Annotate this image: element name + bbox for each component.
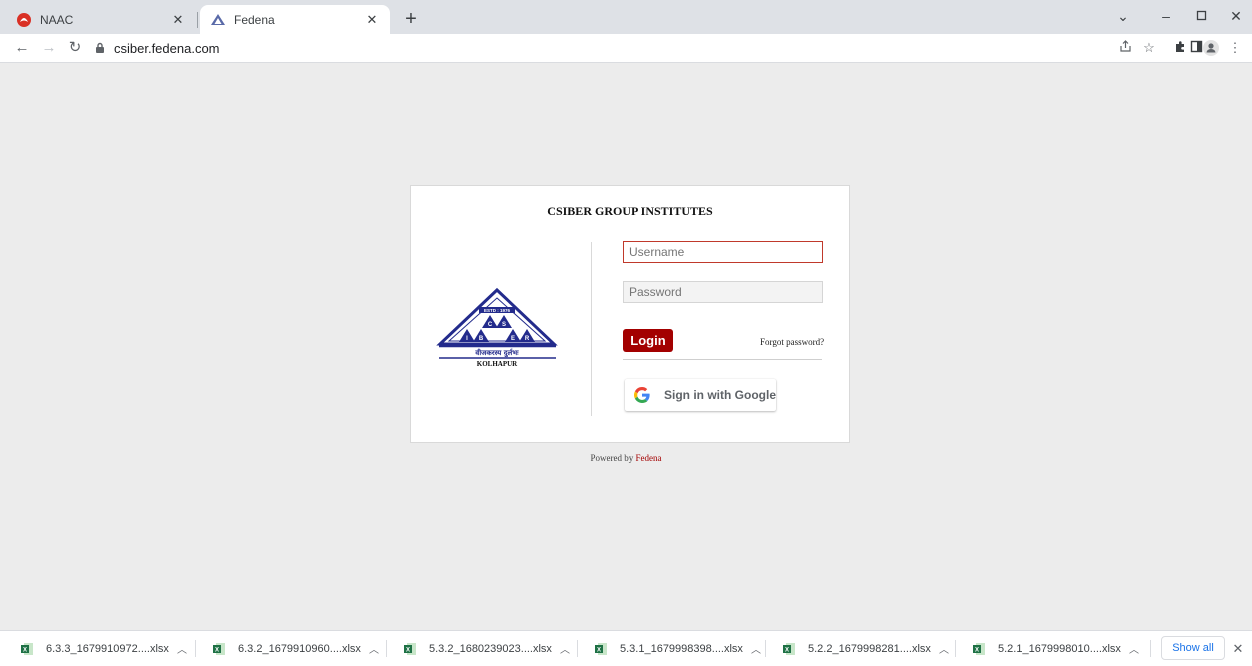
download-separator: [1150, 640, 1151, 657]
download-item[interactable]: X 5.2.2_1679998281....xlsx ︿: [766, 631, 952, 666]
logo-letter: R: [525, 336, 530, 342]
back-icon[interactable]: ←: [13, 39, 31, 57]
close-tab-icon[interactable]: ✕: [364, 12, 380, 28]
page-viewport: CSIBER GROUP INSTITUTES ESTD : 1976 C S …: [0, 63, 1252, 630]
excel-file-icon: X: [973, 642, 985, 655]
address-bar[interactable]: csiber.fedena.com: [94, 37, 1094, 59]
logo-city: KOLHAPUR: [477, 360, 518, 368]
svg-text:X: X: [785, 647, 789, 653]
show-all-downloads-button[interactable]: Show all: [1161, 636, 1225, 660]
tab-separator: [197, 12, 198, 28]
csiber-logo-mark: ESTD : 1976 C S I B E R वीजकरस्य दुर्लभः…: [436, 287, 558, 368]
download-item[interactable]: X 6.3.3_1679910972....xlsx ︿: [4, 631, 190, 666]
logo-estd-text: ESTD : 1976: [484, 308, 511, 313]
restore-icon[interactable]: [1191, 8, 1211, 26]
chevron-up-icon[interactable]: ︿: [1126, 641, 1142, 656]
powered-by-footer: Powered by Fedena: [0, 453, 1252, 463]
download-filename: 5.2.2_1679998281....xlsx: [808, 642, 931, 655]
forward-icon[interactable]: →: [40, 39, 58, 57]
side-panel-icon[interactable]: [1188, 40, 1204, 56]
logo-letter: C: [488, 322, 493, 328]
tab-title: Fedena: [234, 12, 275, 27]
more-menu-icon[interactable]: ⋮: [1227, 40, 1243, 56]
tab-fedena[interactable]: Fedena ✕: [200, 5, 390, 34]
tab-title: NAAC: [40, 12, 74, 27]
chevron-up-icon[interactable]: ︿: [557, 641, 573, 656]
profile-avatar-icon[interactable]: [1203, 40, 1219, 56]
download-filename: 6.3.2_1679910960....xlsx: [238, 642, 361, 655]
excel-file-icon: X: [595, 642, 607, 655]
window-close-icon[interactable]: ✕: [1226, 8, 1246, 26]
logo-tagline: वीजकरस्य दुर्लभः: [474, 348, 519, 358]
tab-search-chevron-icon[interactable]: ⌄: [1113, 8, 1133, 26]
logo-letter: S: [502, 322, 506, 328]
excel-file-icon: X: [783, 642, 795, 655]
vertical-divider: [591, 242, 592, 416]
excel-file-icon: X: [404, 642, 416, 655]
chevron-up-icon[interactable]: ︿: [936, 641, 952, 656]
extensions-icon[interactable]: [1172, 40, 1188, 56]
chevron-up-icon[interactable]: ︿: [366, 641, 382, 656]
download-filename: 5.2.1_1679998010....xlsx: [998, 642, 1121, 655]
login-button[interactable]: Login: [623, 329, 673, 352]
chevron-up-icon[interactable]: ︿: [748, 641, 764, 656]
download-filename: 5.3.1_1679998398....xlsx: [620, 642, 743, 655]
naac-logo-icon: [17, 12, 31, 27]
download-item[interactable]: X 6.3.2_1679910960....xlsx ︿: [196, 631, 382, 666]
download-item[interactable]: X 5.3.1_1679998398....xlsx ︿: [578, 631, 764, 666]
svg-text:X: X: [406, 647, 410, 653]
browser-toolbar: ← → ↻ csiber.fedena.com ☆ ⋮: [0, 34, 1252, 63]
excel-file-icon: X: [213, 642, 225, 655]
logo-letter: E: [511, 336, 515, 342]
google-signin-button[interactable]: Sign in with Google: [625, 379, 776, 411]
fedena-link[interactable]: Fedena: [636, 453, 662, 463]
institute-title: CSIBER GROUP INSTITUTES: [547, 204, 713, 218]
browser-tab-strip: NAAC ✕ Fedena ✕ + ⌄ – ✕: [0, 0, 1252, 34]
close-shelf-icon[interactable]: ✕: [1230, 641, 1246, 657]
forgot-password-link[interactable]: Forgot password?: [760, 337, 824, 347]
minimize-icon[interactable]: –: [1156, 8, 1176, 26]
download-item[interactable]: X 5.3.2_1680239023....xlsx ︿: [387, 631, 573, 666]
download-filename: 5.3.2_1680239023....xlsx: [429, 642, 552, 655]
download-filename: 6.3.3_1679910972....xlsx: [46, 642, 169, 655]
fedena-logo-icon: [211, 13, 225, 25]
google-g-icon: [634, 387, 650, 403]
svg-text:X: X: [597, 647, 601, 653]
lock-icon: [96, 42, 104, 53]
chevron-up-icon[interactable]: ︿: [174, 641, 190, 656]
password-input[interactable]: [623, 281, 823, 303]
svg-text:X: X: [23, 647, 27, 653]
excel-file-icon: X: [21, 642, 33, 655]
logo-letter: B: [479, 336, 484, 342]
google-signin-label: Sign in with Google: [664, 388, 776, 402]
horizontal-divider: [623, 359, 822, 360]
new-tab-icon[interactable]: +: [400, 9, 422, 31]
bookmark-star-icon[interactable]: ☆: [1141, 40, 1157, 56]
svg-text:X: X: [215, 647, 219, 653]
download-item[interactable]: X 5.2.1_1679998010....xlsx ︿: [956, 631, 1142, 666]
reload-icon[interactable]: ↻: [66, 39, 84, 57]
share-icon[interactable]: [1117, 40, 1133, 56]
download-shelf: X 6.3.3_1679910972....xlsx ︿ X 6.3.2_167…: [0, 630, 1252, 666]
tab-naac[interactable]: NAAC ✕: [6, 5, 196, 34]
close-tab-icon[interactable]: ✕: [170, 12, 186, 28]
username-input[interactable]: [623, 241, 823, 263]
address-text: csiber.fedena.com: [114, 40, 220, 56]
powered-by-text: Powered by: [590, 453, 636, 463]
login-card: CSIBER GROUP INSTITUTES ESTD : 1976 C S …: [410, 185, 850, 443]
csiber-logo: ESTD : 1976 C S I B E R वीजकरस्य दुर्लभः…: [435, 284, 560, 374]
svg-text:X: X: [975, 647, 979, 653]
